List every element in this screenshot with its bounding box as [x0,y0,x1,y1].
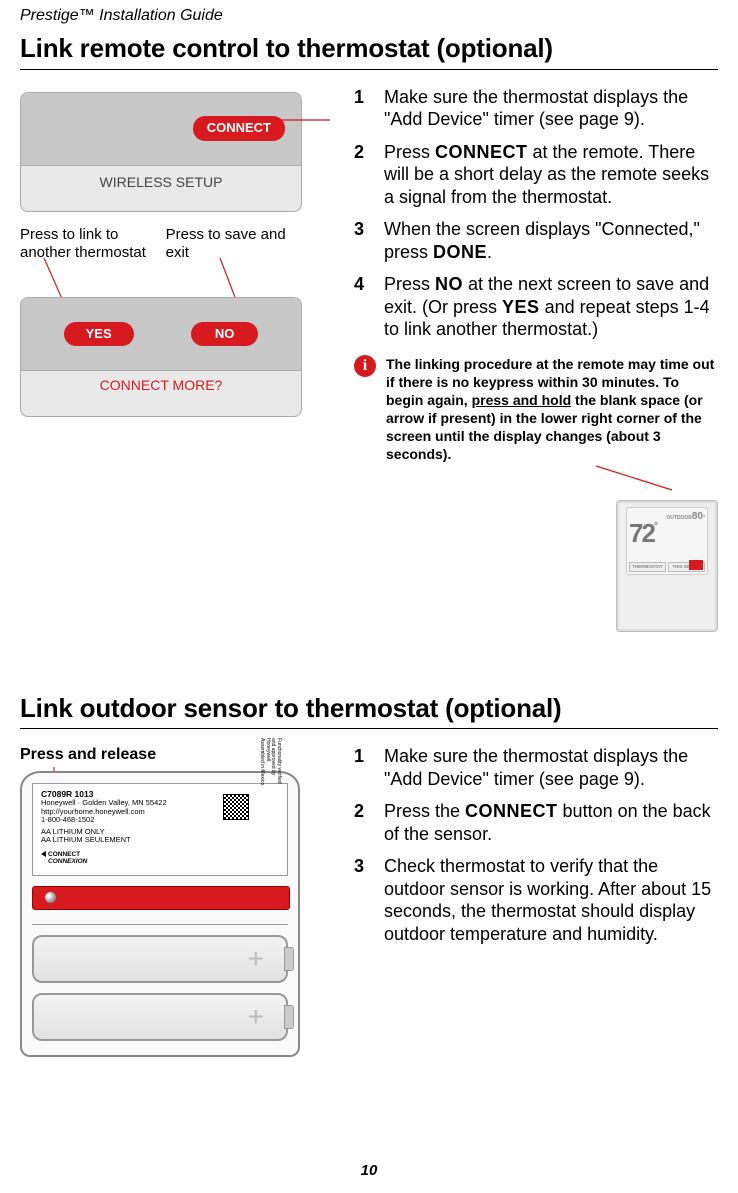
connect-button[interactable]: CONNECT [193,116,285,140]
step-4: Press NO at the next screen to save and … [354,273,718,341]
sensor-label: C7089R 1013 Honeywell · Golden Valley, M… [32,783,288,876]
highlight-lower-right[interactable] [689,560,703,570]
heading-remote: Link remote control to thermostat (optio… [20,32,718,65]
rule-2 [20,728,718,729]
sensor-back: C7089R 1013 Honeywell · Golden Valley, M… [20,771,300,1057]
screen-label: WIRELESS SETUP [21,166,301,200]
callout-link-another: Press to link to another thermostat [20,226,154,264]
step-2: Press CONNECT at the remote. There will … [354,141,718,209]
qr-code-icon [223,794,249,820]
info-icon: i [354,355,376,377]
sensor-step-2: Press the CONNECT button on the back of … [354,800,718,845]
battery-compartment: + + [32,924,288,1041]
sensor-step-1: Make sure the thermostat displays the "A… [354,745,718,790]
press-release-label: Press and release [20,745,330,765]
battery-cell-icon: + [32,935,288,983]
screen-connect-more: YES NO CONNECT MORE? [20,297,302,417]
rule [20,69,718,70]
no-button[interactable]: NO [191,322,259,346]
yes-button[interactable]: YES [64,322,134,346]
step-1: Make sure the thermostat displays the "A… [354,86,718,131]
battery-cell-icon: + [32,993,288,1041]
step-3: When the screen displays "Connected," pr… [354,218,718,263]
callout-save-exit: Press to save and exit [166,226,300,264]
info-text: The linking procedure at the remote may … [386,355,718,632]
screen-label-connect-more: CONNECT MORE? [21,371,301,401]
sensor-connect-button[interactable] [32,886,290,910]
header: Prestige™ Installation Guide [20,6,718,26]
heading-sensor: Link outdoor sensor to thermostat (optio… [20,692,718,725]
screen-wireless-setup: CONNECT WIRELESS SETUP [20,92,302,212]
sensor-step-3: Check thermostat to verify that the outd… [354,855,718,945]
page-number: 10 [0,1162,738,1181]
remote-thumbnail: OUTDOOR80° 72° THERMOSTAT THIS DEVICE [616,500,718,632]
